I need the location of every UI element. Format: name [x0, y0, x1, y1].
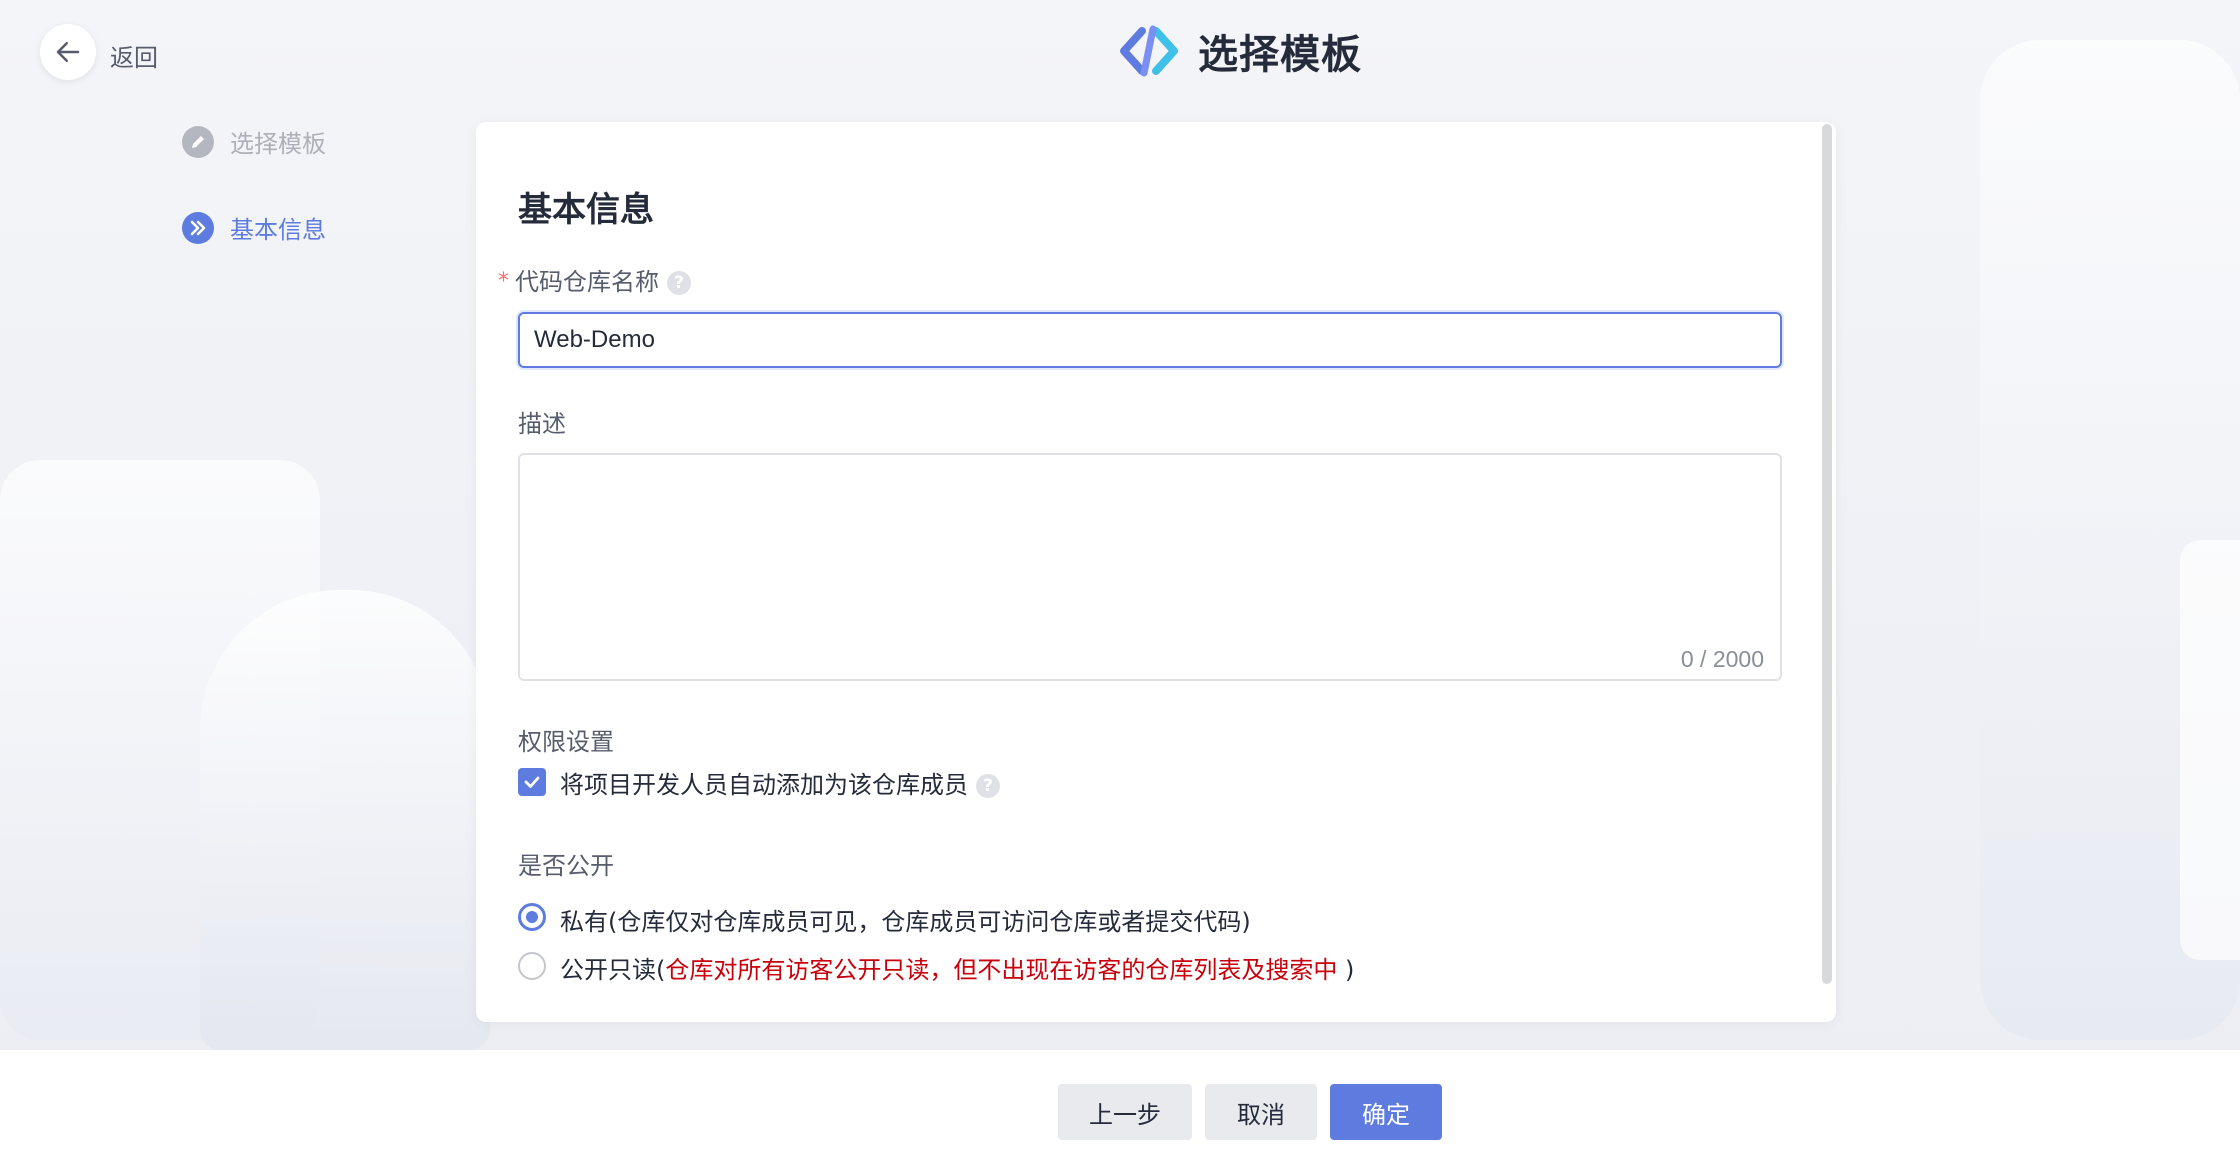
scrollbar[interactable] [1822, 124, 1832, 984]
step-select-template[interactable]: 选择模板 [182, 124, 326, 159]
auto-add-members-text: 将项目开发人员自动添加为该仓库成员 [560, 771, 968, 799]
step-label: 选择模板 [230, 130, 326, 158]
repo-name-input[interactable]: Web-Demo [518, 312, 1782, 368]
permissions-label: 权限设置 [518, 728, 614, 756]
page-header: 选择模板 [1120, 22, 1362, 80]
required-mark: * [498, 269, 509, 294]
auto-add-members-checkbox[interactable] [518, 768, 546, 796]
pencil-icon [182, 125, 214, 158]
auto-add-members-label[interactable]: 将项目开发人员自动添加为该仓库成员? [560, 765, 1000, 800]
section-title: 基本信息 [518, 190, 654, 230]
step-label: 基本信息 [230, 216, 326, 244]
repo-name-label-text: 代码仓库名称 [515, 268, 659, 296]
arrow-left-icon [56, 42, 80, 62]
page: 返回 选择模板 选择模板 基本信息 基本信息 * 代码仓库名称? Web-Demo… [0, 0, 2240, 1168]
radio-public-readonly-label[interactable]: 公开只读(仓库对所有访客公开只读，但不出现在访客的仓库列表及搜索中 ) [560, 950, 1354, 985]
back-label[interactable]: 返回 [110, 38, 158, 73]
step-basic-info[interactable]: 基本信息 [182, 210, 326, 245]
confirm-button[interactable]: 确定 [1330, 1084, 1442, 1140]
help-icon[interactable]: ? [976, 774, 1000, 798]
previous-step-button[interactable]: 上一步 [1058, 1084, 1192, 1140]
description-textarea[interactable]: 0 / 2000 [518, 453, 1782, 681]
cancel-button[interactable]: 取消 [1205, 1084, 1317, 1140]
visibility-label: 是否公开 [518, 852, 614, 880]
repo-name-label: * 代码仓库名称? [498, 262, 691, 297]
form-card: 基本信息 * 代码仓库名称? Web-Demo 描述 0 / 2000 权限设置 … [476, 122, 1836, 1022]
page-title: 选择模板 [1198, 32, 1362, 78]
radio-private-label[interactable]: 私有(仓库仅对仓库成员可见，仓库成员可访问仓库或者提交代码) [560, 902, 1251, 937]
back-button[interactable] [40, 24, 96, 80]
repo-name-value: Web-Demo [534, 326, 655, 353]
help-icon[interactable]: ? [667, 271, 691, 295]
checkmark-icon [524, 776, 540, 788]
radio-public-readonly[interactable] [518, 952, 546, 980]
background-decoration [2180, 540, 2240, 960]
double-chevron-right-icon [182, 211, 214, 244]
codehub-logo-icon [1120, 25, 1178, 77]
public-readonly-prefix: 公开只读( [560, 956, 666, 984]
public-readonly-suffix: ) [1345, 956, 1355, 984]
public-readonly-warning: 仓库对所有访客公开只读，但不出现在访客的仓库列表及搜索中 [665, 956, 1346, 984]
radio-private[interactable] [518, 903, 546, 931]
description-label: 描述 [518, 410, 566, 438]
background-decoration [200, 590, 490, 1050]
char-counter: 0 / 2000 [1680, 646, 1764, 672]
